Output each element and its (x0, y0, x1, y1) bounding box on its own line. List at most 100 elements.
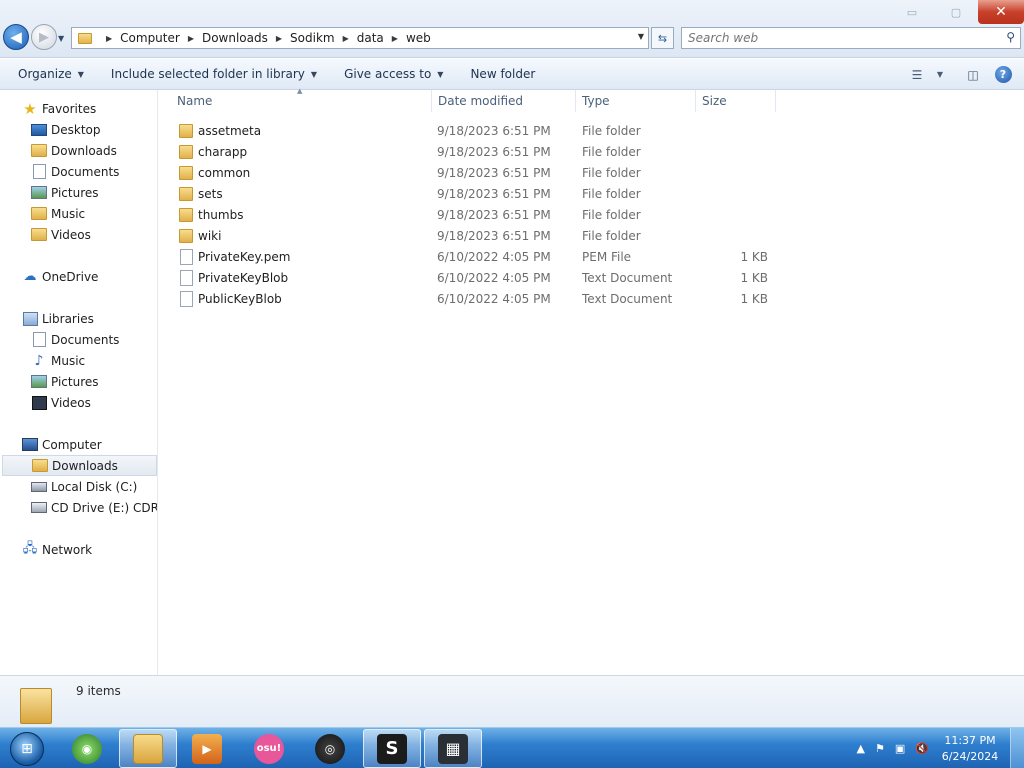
sort-ascending-icon: ▲ (297, 87, 303, 95)
chevron-right-icon[interactable]: ▶ (106, 34, 112, 43)
close-button[interactable]: ✕ (978, 0, 1024, 24)
taskbar-media-center[interactable]: ◉ (58, 729, 116, 768)
view-controls: ☰ ▼ ◫ ? (902, 59, 1024, 90)
file-type: File folder (582, 144, 641, 159)
network-status-icon[interactable]: ▣ (895, 742, 905, 755)
preview-pane-icon[interactable]: ◫ (958, 64, 988, 86)
nav-label: Pictures (51, 374, 99, 389)
chevron-right-icon[interactable]: ▶ (392, 34, 398, 43)
give-access-button[interactable]: Give access to ▼ (335, 67, 452, 81)
view-options-icon[interactable]: ☰ (902, 64, 932, 86)
back-button[interactable]: ◀ (3, 24, 29, 50)
start-button[interactable]: ⊞ (2, 729, 52, 768)
nav-computer[interactable]: Computer (0, 434, 102, 455)
address-bar[interactable]: ▶ Computer ▶ Downloads ▶ Sodikm ▶ data ▶… (71, 27, 649, 49)
nav-cd-drive[interactable]: CD Drive (E:) CDROM (0, 497, 157, 518)
nav-network[interactable]: 🖧 Network (0, 539, 92, 560)
help-button[interactable]: ? (988, 64, 1018, 86)
new-folder-label: New folder (470, 67, 536, 81)
network-icon: 🖧 (22, 540, 38, 556)
clock[interactable]: 11:37 PM 6/24/2024 (934, 733, 1006, 765)
file-row-wiki[interactable]: wiki 9/18/2023 6:51 PM File folder (173, 225, 773, 246)
nav-music-favorite[interactable]: Music (0, 203, 85, 224)
taskbar-obs[interactable]: ◎ (301, 729, 359, 768)
nav-onedrive[interactable]: ☁ OneDrive (0, 266, 99, 287)
nav-library-music[interactable]: ♪ Music (0, 350, 86, 371)
date-modified: 9/18/2023 6:51 PM (437, 207, 551, 222)
nav-downloads-favorite[interactable]: Downloads (0, 140, 117, 161)
forward-button[interactable]: ▶ (31, 24, 57, 50)
action-center-flag-icon[interactable]: ⚑ (875, 742, 885, 755)
libraries-icon (22, 312, 38, 326)
file-name-cell: sets (179, 186, 223, 202)
refresh-button[interactable]: ⇆ (651, 27, 674, 49)
file-row-privatekey-pem[interactable]: PrivateKey.pem 6/10/2022 4:05 PM PEM Fil… (173, 246, 773, 267)
nav-pictures-favorite[interactable]: Pictures (0, 182, 99, 203)
taskbar-s-app[interactable]: S (363, 729, 421, 768)
breadcrumb-sodikm[interactable]: Sodikm (290, 31, 335, 45)
file-row-privatekeyblob[interactable]: PrivateKeyBlob 6/10/2022 4:05 PM Text Do… (173, 267, 773, 288)
music-icon: ♪ (34, 352, 44, 369)
taskbar-osu[interactable]: osu! (240, 729, 298, 768)
volume-muted-icon[interactable]: 🔇 (915, 742, 929, 755)
taskbar-explorer[interactable] (119, 729, 177, 768)
window-controls: ▭ ▢ ✕ (890, 0, 1024, 26)
include-in-library-button[interactable]: Include selected folder in library ▼ (102, 67, 326, 81)
nav-videos-favorite[interactable]: Videos (0, 224, 91, 245)
column-header-name[interactable]: Name ▲ (159, 87, 432, 112)
breadcrumb-web[interactable]: web (406, 31, 431, 45)
nav-library-documents[interactable]: Documents (0, 329, 119, 350)
file-name: PrivateKeyBlob (198, 270, 289, 285)
file-size: 1 KB (740, 249, 768, 264)
column-header-date[interactable]: Date modified (432, 90, 576, 112)
show-desktop-button[interactable] (1010, 728, 1024, 768)
search-icon[interactable]: ⚲ (1006, 30, 1015, 44)
date-modified: 9/18/2023 6:51 PM (437, 186, 551, 201)
file-row-assetmeta[interactable]: assetmeta 9/18/2023 6:51 PM File folder (173, 120, 773, 141)
column-header-type[interactable]: Type (576, 90, 696, 112)
nav-library-videos[interactable]: Videos (0, 392, 91, 413)
nav-desktop[interactable]: Desktop (0, 119, 101, 140)
search-input[interactable] (688, 31, 988, 45)
navigation-pane: ★ Favorites Desktop Downloads Documents P… (0, 90, 158, 675)
file-row-sets[interactable]: sets 9/18/2023 6:51 PM File folder (173, 183, 773, 204)
nav-libraries[interactable]: Libraries (0, 308, 94, 329)
file-name-cell: charapp (179, 144, 247, 160)
new-folder-button[interactable]: New folder (461, 67, 544, 81)
search-box[interactable]: ⚲ (681, 27, 1021, 49)
nav-local-disk[interactable]: Local Disk (C:) (0, 476, 137, 497)
organize-button[interactable]: Organize ▼ (9, 67, 93, 81)
file-row-publickeyblob[interactable]: PublicKeyBlob 6/10/2022 4:05 PM Text Doc… (173, 288, 773, 309)
chevron-right-icon[interactable]: ▶ (276, 34, 282, 43)
nav-label: Videos (51, 395, 91, 410)
breadcrumb-downloads[interactable]: Downloads (202, 31, 268, 45)
file-row-charapp[interactable]: charapp 9/18/2023 6:51 PM File folder (173, 141, 773, 162)
taskbar-media-player[interactable]: ▶ (178, 729, 236, 768)
file-row-thumbs[interactable]: thumbs 9/18/2023 6:51 PM File folder (173, 204, 773, 225)
date-modified: 6/10/2022 4:05 PM (437, 291, 551, 306)
media-center-icon: ◉ (72, 733, 102, 764)
file-row-common[interactable]: common 9/18/2023 6:51 PM File folder (173, 162, 773, 183)
music-folder-icon (31, 207, 47, 221)
chevron-right-icon[interactable]: ▶ (188, 34, 194, 43)
breadcrumb-data[interactable]: data (357, 31, 384, 45)
nav-library-pictures[interactable]: Pictures (0, 371, 99, 392)
chevron-right-icon[interactable]: ▶ (343, 34, 349, 43)
recent-pages-dropdown[interactable]: ▼ (58, 34, 64, 43)
taskbar-gift-app[interactable]: ▦ (424, 729, 482, 768)
show-hidden-icons-icon[interactable]: ▲ (857, 742, 865, 755)
documents-icon (31, 165, 47, 179)
give-access-label: Give access to (344, 67, 432, 81)
date-modified: 9/18/2023 6:51 PM (437, 228, 551, 243)
minimize-button[interactable]: ▭ (890, 0, 934, 24)
nav-favorites[interactable]: ★ Favorites (0, 98, 96, 119)
nav-documents-favorite[interactable]: Documents (0, 161, 119, 182)
breadcrumb-computer[interactable]: Computer (120, 31, 180, 45)
column-header-size[interactable]: Size (696, 90, 776, 112)
view-dropdown[interactable]: ▼ (932, 64, 948, 86)
folder-icon (179, 186, 193, 202)
nav-label: Music (51, 206, 86, 221)
maximize-button[interactable]: ▢ (934, 0, 978, 24)
nav-downloads-computer[interactable]: Downloads (2, 455, 157, 476)
address-history-dropdown[interactable]: ▼ (638, 32, 644, 41)
